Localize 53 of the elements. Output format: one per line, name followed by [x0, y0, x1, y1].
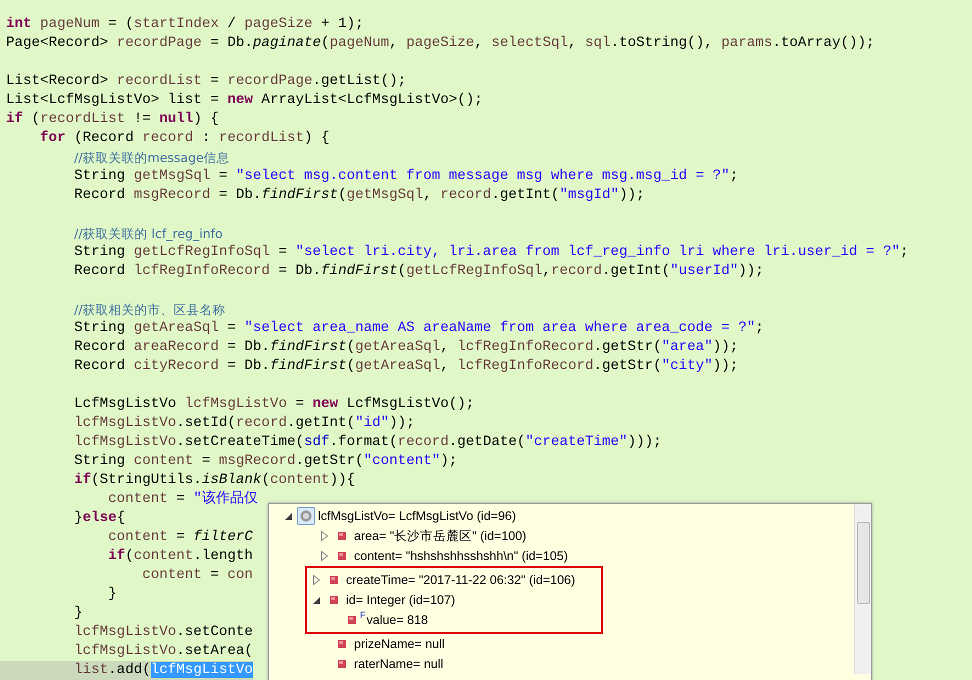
field-icon [338, 552, 346, 560]
code-line: //获取关联的 lcf_reg_info [73, 225, 223, 243]
code-line: } [73, 604, 83, 623]
code-line: Record msgRecord = Db.findFirst(getMsgSql, record.getInt("msgId")); [73, 186, 645, 205]
code-line: Page<Record> recordPage = Db.paginate(pageNum, pageSize, selectSql, sql.toString(), params.toArray()); [6, 34, 875, 53]
code-line: lcfMsgListVo.setConte [73, 623, 253, 642]
code-line: //获取相关的市、区县名称 [73, 301, 226, 319]
code-line: }else{ [73, 509, 126, 528]
code-line: Record cityRecord = Db.findFirst(getAreaSql, lcfRegInfoRecord.getStr("city")); [73, 357, 738, 376]
code-line: lcfMsgListVo.setId(record.getInt("id")); [73, 414, 415, 433]
code-line: content = con [141, 566, 253, 585]
code-line: lcfMsgListVo.setCreateTime(sdf.format(record.getDate("createTime"))); [73, 433, 662, 452]
code-line: String getMsgSql = "select msg.content from message msg where msg.msg_id = ?"; [73, 167, 738, 186]
tree-item[interactable]: content= "hshshshhsshshh\n" (id=105) [354, 549, 568, 563]
code-line: Record areaRecord = Db.findFirst(getAreaSql, lcfRegInfoRecord.getStr("area")); [73, 338, 738, 357]
field-icon [330, 576, 338, 584]
code-line: Record lcfRegInfoRecord = Db.findFirst(getLcfRegInfoSql,record.getInt("userId")); [73, 262, 764, 281]
code-line: String content = msgRecord.getStr("content"); [73, 452, 458, 471]
tree-item[interactable]: lcfMsgListVo= LcfMsgListVo (id=96) [318, 509, 516, 523]
field-icon [338, 532, 346, 540]
code-line: List<Record> recordList = recordPage.getList(); [6, 72, 406, 91]
code-line: content = filterC [107, 528, 253, 547]
expand-icon[interactable] [320, 551, 328, 561]
scrollbar[interactable] [854, 504, 871, 674]
modifier-mark: F [360, 610, 366, 620]
code-line: //获取关联的message信息 [73, 149, 230, 167]
tree-item[interactable]: raterName= null [354, 657, 444, 671]
code-line: if(content.length [107, 547, 253, 566]
tree-item[interactable]: id= Integer (id=107) [346, 593, 456, 607]
field-icon [330, 596, 338, 604]
code-line: int pageNum = (startIndex / pageSize + 1); [6, 15, 364, 34]
code-line: } [107, 585, 117, 604]
expand-icon[interactable] [312, 575, 320, 585]
field-icon [338, 660, 346, 668]
code-line: if(StringUtils.isBlank(content)){ [73, 471, 356, 490]
tree-item[interactable]: area= "长沙市岳麓区" (id=100) [354, 528, 526, 544]
collapse-icon[interactable] [284, 512, 292, 520]
field-icon [348, 616, 356, 624]
code-line: List<LcfMsgListVo> list = new ArrayList<LcfMsgListVo>(); [6, 91, 483, 110]
code-line: String getAreaSql = "select area_name AS areaName from area where area_code = ?"; [73, 319, 764, 338]
tree-item[interactable]: createTime= "2017-11-22 06:32" (id=106) [346, 573, 576, 587]
tree-item[interactable]: value= 818 [366, 613, 428, 627]
tree-item[interactable]: prizeName= null [354, 637, 445, 651]
expand-icon[interactable] [320, 531, 328, 541]
code-line: LcfMsgListVo lcfMsgListVo = new LcfMsgListVo(); [73, 395, 474, 414]
code-line: lcfMsgListVo.setArea( [73, 642, 253, 661]
code-line: content = "该作品仅 [107, 490, 258, 509]
code-line: for (Record record : recordList) { [39, 129, 330, 148]
code-line: String getLcfRegInfoSql = "select lri.city, lri.area from lcf_reg_info lri where lri.user_id = ?"; [73, 243, 909, 262]
collapse-icon[interactable] [312, 596, 320, 604]
object-icon [300, 510, 312, 522]
field-icon [338, 640, 346, 648]
code-line: if (recordList != null) { [6, 110, 219, 129]
